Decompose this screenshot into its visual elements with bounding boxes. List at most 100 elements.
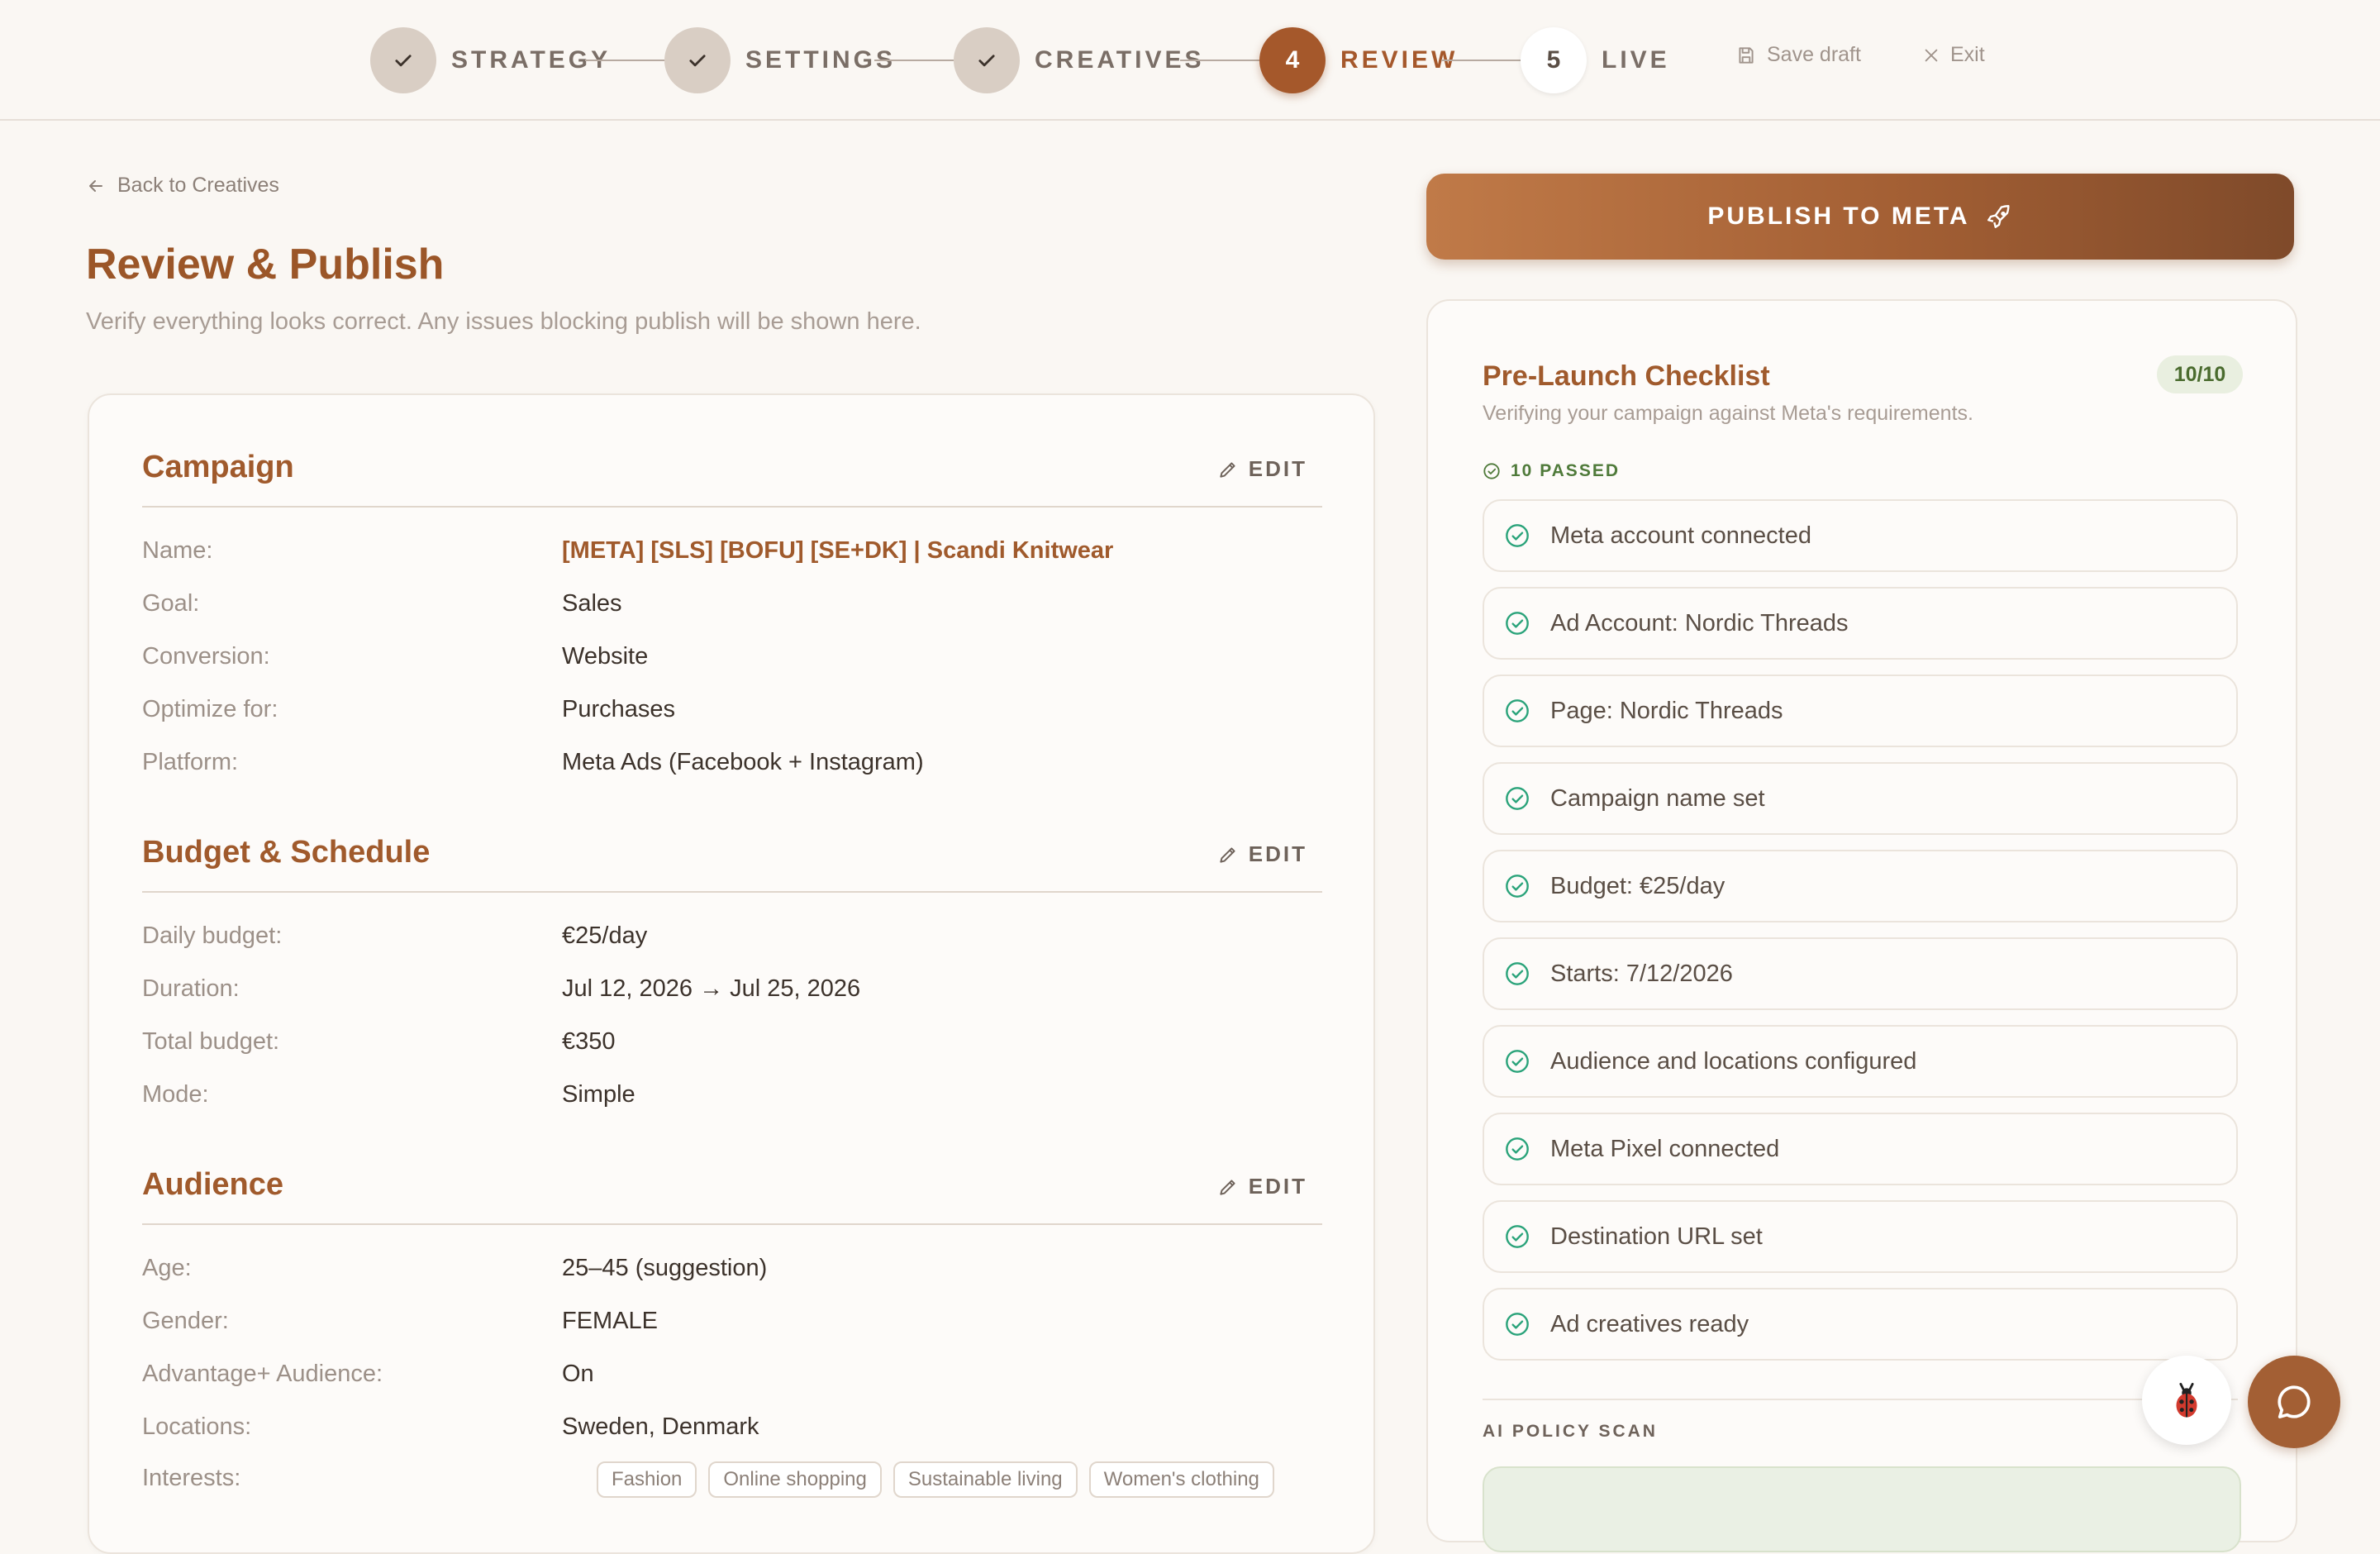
exit-button[interactable]: Exit [1922,43,1985,67]
step-settings[interactable]: SETTINGS [664,26,896,94]
checklist-item-label: Audience and locations configured [1550,1047,1917,1075]
row-value: Meta Ads (Facebook + Instagram) [562,749,924,775]
rocket-icon [1987,205,2010,228]
row-label: Optimize for: [142,696,278,722]
check-circle-icon [1506,1137,1529,1161]
row-label: Age: [142,1255,192,1281]
checklist-item: Meta Pixel connected [1483,1113,2238,1185]
checklist-item: Page: Nordic Threads [1483,675,2238,747]
check-circle-icon [1506,612,1529,635]
row-label: Goal: [142,590,200,617]
row-value: Simple [562,1081,635,1108]
checklist-item: Audience and locations configured [1483,1025,2238,1098]
campaign-section-title: Campaign [142,450,294,484]
check-circle-icon [1506,1225,1529,1248]
checklist-item: Budget: €25/day [1483,850,2238,922]
checklist-item: Ad creatives ready [1483,1288,2238,1361]
check-circle-icon [1506,699,1529,722]
step-review[interactable]: 4 REVIEW [1259,26,1458,94]
step-label: SETTINGS [745,46,897,74]
checklist-item-label: Destination URL set [1550,1223,1763,1250]
step-label: REVIEW [1340,46,1459,74]
step-connector [585,60,664,61]
checklist-item: Starts: 7/12/2026 [1483,937,2238,1010]
campaign-platform-row: Platform: Meta Ads (Facebook + Instagram… [142,749,1322,782]
row-value: Jul 12, 2026 → Jul 25, 2026 [562,975,861,1002]
row-label: Gender: [142,1308,229,1334]
checklist-item-label: Campaign name set [1550,784,1765,812]
campaign-name-row: Name: [META] [SLS] [BOFU] [SE+DK] | Scan… [142,537,1322,570]
check-circle-icon [1506,787,1529,810]
step-done-check-icon [954,27,1020,93]
campaign-optimize-row: Optimize for: Purchases [142,696,1322,729]
checklist-divider [1483,1399,2238,1400]
edit-audience-button[interactable]: EDIT [1217,1174,1307,1199]
save-draft-label: Save draft [1767,43,1861,66]
checklist-item-label: Meta Pixel connected [1550,1135,1780,1162]
campaign-goal-row: Goal: Sales [142,590,1322,623]
arrow-left-icon [89,179,102,192]
pencil-icon [1220,1179,1235,1195]
audience-section-title: Audience [142,1167,284,1202]
back-link-label: Back to Creatives [117,174,279,197]
step-connector [874,60,954,61]
page-title: Review & Publish [86,241,445,288]
bug-report-button[interactable] [2142,1356,2231,1445]
checklist-item-label: Ad Account: Nordic Threads [1550,609,1849,636]
step-done-check-icon [664,27,731,93]
checklist-item: Destination URL set [1483,1200,2238,1273]
row-value: €25/day [562,922,648,949]
step-strategy[interactable]: STRATEGY [370,26,611,94]
save-draft-button[interactable]: Save draft [1735,43,1861,67]
row-label: Conversion: [142,643,270,670]
interest-tag: Fashion [597,1461,697,1498]
interest-tag: Women's clothing [1088,1461,1274,1498]
checklist-count-badge: 10/10 [2157,355,2243,393]
row-label: Locations: [142,1413,252,1440]
row-value: FEMALE [562,1308,659,1334]
exit-label: Exit [1950,43,1985,66]
publish-to-meta-button[interactable]: PUBLISH TO META [1426,174,2294,260]
step-label: LIVE [1602,46,1670,74]
check-circle-icon [1506,1313,1529,1336]
row-value: Sweden, Denmark [562,1413,759,1440]
checklist-item: Ad Account: Nordic Threads [1483,587,2238,660]
checklist-item: Meta account connected [1483,499,2238,572]
ai-policy-scan-panel [1483,1466,2241,1552]
chat-bubble-icon [2278,1385,2311,1418]
checklist-item-label: Budget: €25/day [1550,872,1726,899]
page-subtitle: Verify everything looks correct. Any iss… [86,308,921,335]
close-icon [1925,49,1938,61]
chat-button[interactable] [2248,1356,2340,1448]
budget-daily-row: Daily budget: €25/day [142,922,1322,956]
section-divider [142,891,1322,893]
row-label: Daily budget: [142,922,283,949]
checklist-item-label: Page: Nordic Threads [1550,697,1783,724]
row-value: €350 [562,1028,616,1055]
row-label: Mode: [142,1081,209,1108]
row-value: 25–45 (suggestion) [562,1255,768,1281]
edit-budget-button[interactable]: EDIT [1217,841,1307,867]
step-connector [1180,60,1259,61]
step-number: 4 [1259,27,1326,93]
edit-campaign-button[interactable]: EDIT [1217,456,1307,482]
campaign-conversion-row: Conversion: Website [142,643,1322,676]
wizard-stepper: STRATEGY SETTINGS CREATIVES 4 REVIEW 5 L… [0,0,2380,121]
check-circle-icon [1506,875,1529,898]
passed-count: 10 PASSED [1483,461,1620,481]
budget-section-title: Budget & Schedule [142,835,431,870]
step-live[interactable]: 5 LIVE [1521,26,1670,94]
step-connector [1441,60,1521,61]
row-label: Platform: [142,749,239,775]
section-divider [142,1223,1322,1225]
passed-label: 10 PASSED [1511,461,1620,480]
row-value: Website [562,643,649,670]
back-to-creatives-link[interactable]: Back to Creatives [86,174,279,198]
audience-locations-row: Locations: Sweden, Denmark [142,1413,1322,1447]
audience-gender-row: Gender: FEMALE [142,1308,1322,1341]
budget-duration-row: Duration: Jul 12, 2026 → Jul 25, 2026 [142,975,1322,1008]
step-creatives[interactable]: CREATIVES [954,26,1204,94]
interest-tag: Online shopping [708,1461,882,1498]
pencil-icon [1220,846,1235,863]
row-label: Interests: [142,1465,241,1491]
